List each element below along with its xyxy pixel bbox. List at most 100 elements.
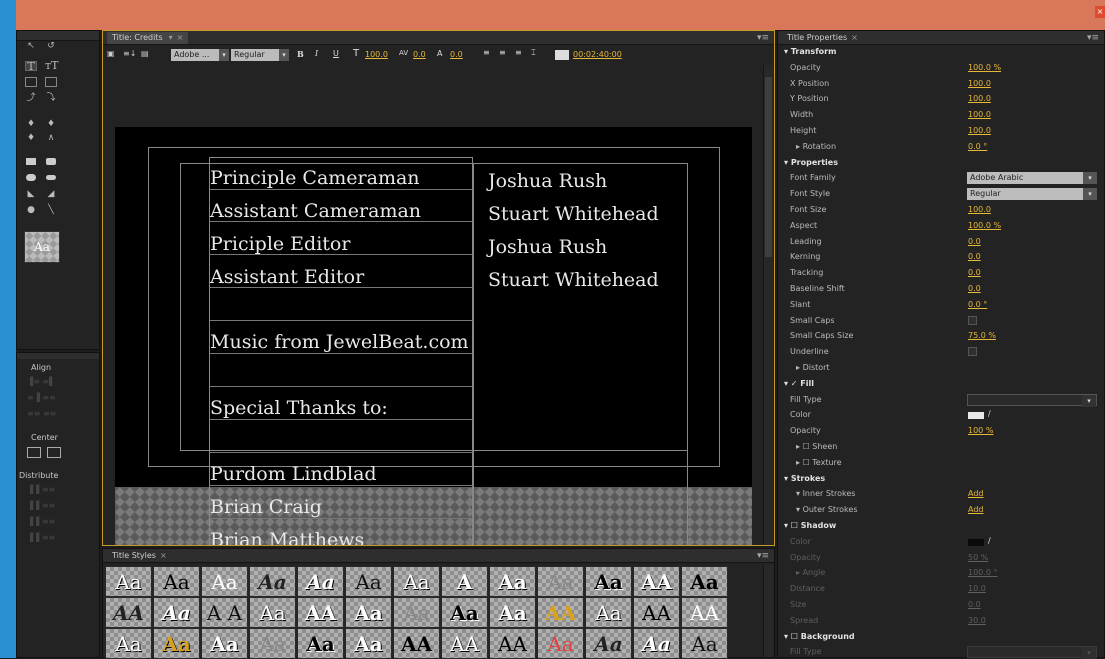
title-style-swatch[interactable]: Aa <box>681 628 728 659</box>
shadow-header[interactable]: ▾ ☐ Shadow <box>784 521 836 530</box>
title-style-swatch[interactable]: Aa <box>585 628 632 659</box>
title-style-swatch[interactable]: AA <box>105 597 152 628</box>
prop-value[interactable]: 100.0 <box>968 79 991 88</box>
prop-value[interactable]: 0.0 <box>968 268 981 277</box>
texture-expander[interactable]: ▸ ☐ Texture <box>796 458 842 467</box>
background-fill-type-dropdown[interactable]: ▾ <box>967 646 1097 659</box>
shadow-color-swatch[interactable] <box>968 538 984 546</box>
title-style-swatch[interactable]: Aa <box>249 566 296 597</box>
center-vertical-icon[interactable] <box>47 447 61 458</box>
close-icon[interactable]: × <box>851 33 858 42</box>
prop-value[interactable]: 0.0 <box>968 252 981 261</box>
convert-anchor-tool-icon[interactable]: ∧ <box>45 133 57 143</box>
title-style-swatch[interactable]: Aa <box>441 597 488 628</box>
title-style-swatch[interactable]: Aa <box>105 566 152 597</box>
styles-scrollbar[interactable] <box>763 565 773 657</box>
title-style-swatch[interactable]: A <box>441 566 488 597</box>
font-style-select[interactable]: Regular ▾ <box>231 49 289 61</box>
strokes-header[interactable]: ▾ Strokes <box>784 474 825 483</box>
title-style-swatch[interactable]: Aa <box>345 597 392 628</box>
canvas-scroll-thumb[interactable] <box>765 77 772 257</box>
fill-color-swatch[interactable] <box>968 412 984 420</box>
prop-value[interactable]: 50 % <box>968 553 988 562</box>
title-style-swatch[interactable]: AA <box>297 597 344 628</box>
title-style-swatch[interactable]: A A <box>201 597 248 628</box>
title-style-swatch[interactable]: Aa <box>153 597 200 628</box>
prop-value[interactable]: 100 % <box>968 426 993 435</box>
prop-value[interactable]: 100.0 ° <box>968 568 997 577</box>
title-style-swatch[interactable]: Aa <box>249 597 296 628</box>
rotation-expander[interactable]: ▸ Rotation <box>796 142 836 151</box>
line-tool-icon[interactable]: ╲ <box>45 205 57 215</box>
font-family-dropdown[interactable]: Adobe Arabic ▾ <box>967 172 1097 185</box>
selection-tool-icon[interactable]: ↖ <box>25 41 37 51</box>
close-icon[interactable]: × <box>160 551 167 560</box>
timecode-value[interactable]: 00:02:40:00 <box>573 50 622 59</box>
wedge-tool-icon[interactable]: ◣ <box>25 189 37 199</box>
fill-type-dropdown[interactable]: ▾ <box>967 393 1097 407</box>
properties-header[interactable]: ▾ Properties <box>784 158 838 167</box>
bold-button[interactable]: B <box>297 49 304 59</box>
title-style-swatch[interactable]: Aa <box>201 628 248 659</box>
add-anchor-tool-icon[interactable]: ♦ <box>25 133 37 143</box>
prop-value[interactable]: 100.0 <box>968 126 991 135</box>
tab-title-properties[interactable]: Title Properties × <box>782 32 863 44</box>
title-style-swatch[interactable]: Aa <box>585 566 632 597</box>
underline-button[interactable]: U <box>333 49 339 58</box>
title-style-swatch[interactable]: Aa <box>345 566 392 597</box>
title-style-swatch[interactable]: Aa <box>489 566 536 597</box>
vertical-path-type-tool-icon[interactable]: ⤵ <box>45 93 57 103</box>
sheen-expander[interactable]: ▸ ☐ Sheen <box>796 442 837 451</box>
prop-value[interactable]: 0.0 <box>968 237 981 246</box>
rounded-rect-tool-icon[interactable] <box>46 158 56 165</box>
prop-value[interactable]: 0.0 <box>968 600 981 609</box>
type-tool-icon[interactable]: T <box>25 61 37 72</box>
new-title-icon[interactable]: ▣ <box>107 49 115 58</box>
path-type-tool-icon[interactable]: ⤴ <box>25 93 37 103</box>
pen-tool-icon[interactable]: ♦ <box>25 119 37 129</box>
title-style-swatch[interactable]: Aa <box>681 566 728 597</box>
add-inner-stroke-link[interactable]: Add <box>968 489 984 498</box>
fill-header[interactable]: ▾ ✓ Fill <box>784 379 814 388</box>
prop-value[interactable]: 0.0 <box>968 284 981 293</box>
prop-value[interactable]: 10.0 <box>968 584 986 593</box>
canvas-scrollbar[interactable] <box>763 65 773 545</box>
prop-value[interactable]: 0.0 ° <box>968 300 987 309</box>
prop-value[interactable]: 30.0 <box>968 616 986 625</box>
small-caps-checkbox[interactable] <box>968 315 977 325</box>
title-canvas[interactable]: Principle Cameraman Assistant Cameraman … <box>115 127 752 545</box>
title-style-swatch[interactable]: AA <box>393 628 440 659</box>
tab-close-icon[interactable]: × <box>177 33 184 42</box>
templates-icon[interactable]: ▤ <box>141 49 149 58</box>
eyedropper-icon[interactable]: ∕ <box>988 409 991 418</box>
prop-value[interactable]: 75.0 % <box>968 331 996 340</box>
font-family-select[interactable]: Adobe ... ▾ <box>171 49 229 61</box>
delete-anchor-tool-icon[interactable]: ♦ <box>45 119 57 129</box>
title-style-swatch[interactable]: Aa <box>537 628 584 659</box>
title-style-swatch[interactable]: Aa <box>393 566 440 597</box>
kerning-value[interactable]: 0.0 <box>413 50 426 59</box>
title-style-swatch[interactable]: AA <box>441 628 488 659</box>
area-type-tool-icon[interactable] <box>25 77 37 87</box>
arc-tool-icon[interactable]: ◢ <box>45 189 57 199</box>
italic-button[interactable]: I <box>315 49 318 58</box>
background-video-icon[interactable] <box>555 50 569 60</box>
window-close-button[interactable]: × <box>1095 6 1105 18</box>
title-style-swatch[interactable]: Aa <box>153 628 200 659</box>
font-style-dropdown[interactable]: Regular ▾ <box>967 188 1097 201</box>
prop-value[interactable]: 100.0 % <box>968 221 1001 230</box>
eyedropper-icon[interactable]: ∕ <box>988 536 991 545</box>
prop-value[interactable]: 100.0 % <box>968 63 1001 72</box>
tab-stops-icon[interactable]: ⌶ <box>531 48 536 58</box>
rotation-tool-icon[interactable]: ↺ <box>45 41 57 51</box>
add-outer-stroke-link[interactable]: Add <box>968 505 984 514</box>
title-style-swatch[interactable]: AA <box>681 597 728 628</box>
title-style-swatch[interactable]: Aa <box>393 597 440 628</box>
title-style-swatch[interactable]: Aa <box>633 628 680 659</box>
title-style-swatch[interactable]: AA <box>633 566 680 597</box>
background-header[interactable]: ▾ ☐ Background <box>784 632 855 641</box>
align-center-text-icon[interactable]: ≡ <box>499 48 506 57</box>
clipped-rect-tool-icon[interactable] <box>26 174 36 181</box>
title-style-swatch[interactable]: Aa <box>105 628 152 659</box>
roll-crawl-icon[interactable]: ≡↓ <box>123 49 136 58</box>
